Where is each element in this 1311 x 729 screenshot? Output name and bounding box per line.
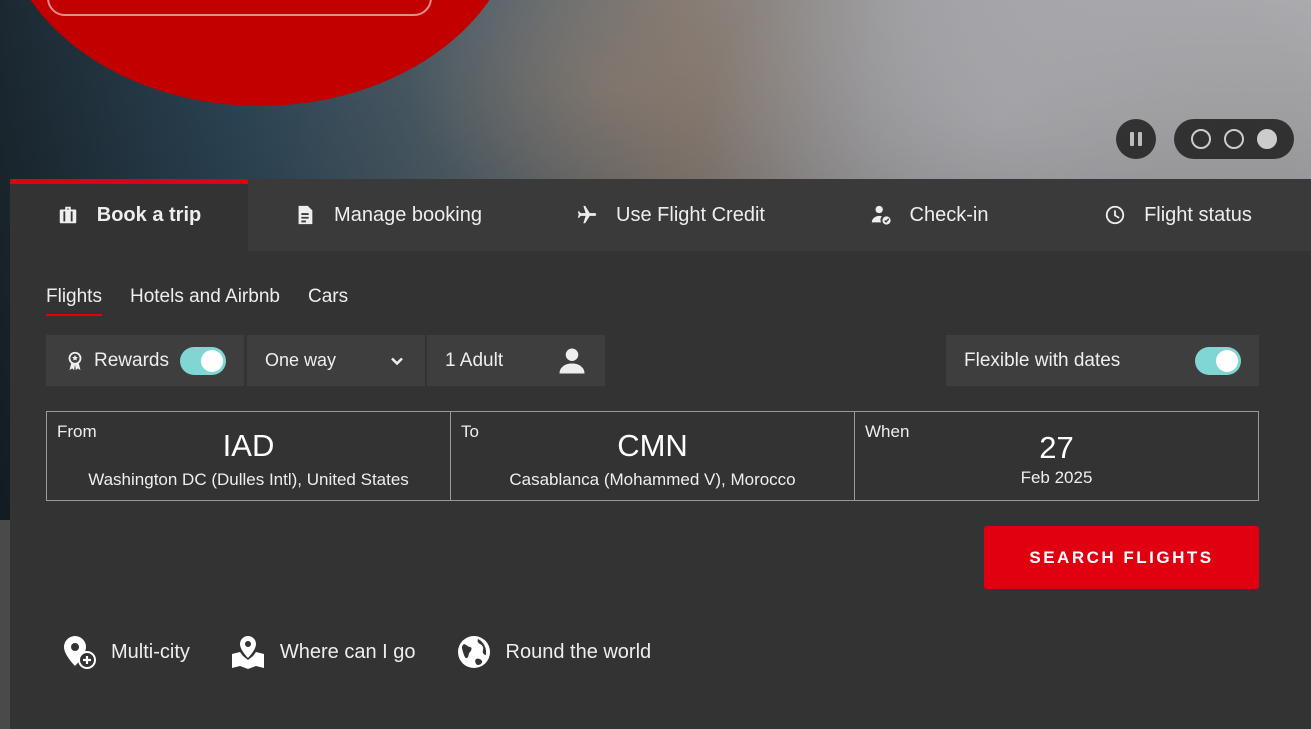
- search-flights-button[interactable]: SEARCH FLIGHTS: [984, 526, 1259, 589]
- tab-label: Manage booking: [334, 203, 482, 226]
- main-tabs: Book a trip Manage booking Use Flight Cr…: [10, 179, 1311, 251]
- document-icon: [298, 205, 313, 225]
- to-name: Casablanca (Mohammed V), Morocco: [509, 470, 796, 489]
- person-icon: [559, 348, 585, 373]
- trip-type-value: One way: [265, 350, 337, 370]
- chevron-down-icon: [391, 357, 403, 365]
- extra-links: Multi-city Where can I go Round the worl…: [61, 634, 651, 670]
- from-field[interactable]: From IAD Washington DC (Dulles Intl), Un…: [47, 412, 451, 500]
- subtab-hotels[interactable]: Hotels and Airbnb: [130, 286, 280, 316]
- map-pin-icon: [231, 636, 264, 669]
- tab-check-in[interactable]: Check-in: [813, 179, 1045, 251]
- when-field[interactable]: When 27 Feb 2025: [855, 412, 1258, 500]
- from-label: From: [57, 422, 97, 441]
- tab-flight-status[interactable]: Flight status: [1045, 179, 1311, 251]
- to-field[interactable]: To CMN Casablanca (Mohammed V), Morocco: [451, 412, 855, 500]
- tab-label: Book a trip: [96, 203, 202, 226]
- rewards-label: Rewards: [94, 349, 169, 371]
- briefcase-icon: [59, 206, 77, 224]
- when-month: Feb 2025: [1020, 468, 1093, 487]
- carousel-dots: [1174, 119, 1294, 159]
- subtab-flights[interactable]: Flights: [46, 286, 102, 316]
- carousel-dot[interactable]: [1190, 129, 1211, 149]
- person-check-icon: [871, 205, 891, 225]
- to-code: CMN: [617, 428, 688, 463]
- flexible-label: Flexible with dates: [964, 349, 1121, 371]
- rewards-toggle[interactable]: [180, 346, 226, 375]
- from-name: Washington DC (Dulles Intl), United Stat…: [88, 470, 409, 489]
- tab-use-flight-credit[interactable]: Use Flight Credit: [528, 179, 813, 251]
- multi-city-link[interactable]: Multi-city: [61, 634, 190, 670]
- when-day: 27: [1039, 430, 1074, 465]
- search-fields: From IAD Washington DC (Dulles Intl), Un…: [46, 411, 1259, 501]
- tab-manage-booking[interactable]: Manage booking: [248, 179, 528, 251]
- rewards-icon: [68, 351, 82, 370]
- hero-promo-button[interactable]: [47, 0, 432, 16]
- pause-icon-bar: [1130, 132, 1134, 146]
- tab-label: Flight status: [1144, 203, 1252, 226]
- to-label: To: [461, 422, 479, 441]
- trip-type-select[interactable]: One way: [247, 335, 425, 386]
- flexible-dates-control: Flexible with dates: [946, 335, 1259, 386]
- rewards-control: Rewards: [46, 335, 244, 386]
- clock-icon: [1105, 205, 1125, 225]
- round-the-world-link[interactable]: Round the world: [456, 634, 652, 670]
- globe-icon: [457, 636, 490, 668]
- carousel-controls: [1116, 119, 1294, 159]
- product-subtabs: Flights Hotels and Airbnb Cars: [46, 286, 348, 316]
- link-label: Where can I go: [279, 640, 416, 663]
- link-label: Multi-city: [111, 640, 190, 663]
- airplane-icon: [577, 205, 597, 224]
- carousel-dot-active[interactable]: [1257, 129, 1278, 149]
- when-label: When: [865, 422, 910, 441]
- from-code: IAD: [222, 428, 275, 463]
- pause-button[interactable]: [1116, 119, 1156, 159]
- flexible-dates-toggle[interactable]: [1195, 346, 1241, 375]
- pin-plus-icon: [64, 636, 96, 669]
- tab-book-a-trip[interactable]: Book a trip: [10, 179, 248, 251]
- subtab-cars[interactable]: Cars: [308, 286, 348, 316]
- link-label: Round the world: [505, 640, 652, 663]
- carousel-dot[interactable]: [1223, 129, 1244, 149]
- where-can-i-go-link[interactable]: Where can I go: [230, 634, 416, 670]
- tab-label: Use Flight Credit: [616, 203, 765, 226]
- booking-widget: Book a trip Manage booking Use Flight Cr…: [10, 179, 1311, 729]
- passenger-value: 1 Adult: [445, 349, 504, 371]
- passenger-select[interactable]: 1 Adult: [427, 335, 605, 386]
- tab-label: Check-in: [909, 203, 989, 226]
- pause-icon-bar: [1138, 132, 1142, 146]
